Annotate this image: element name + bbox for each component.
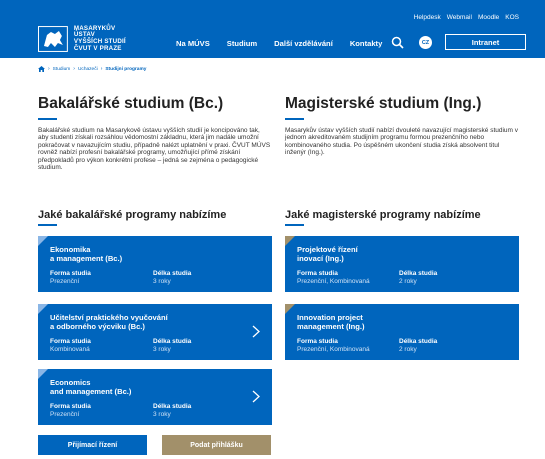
program-title: Innovation project management (Ing.) — [297, 313, 365, 331]
bachelor-section: Bakalářské studium (Bc.) Bakalářské stud… — [38, 95, 272, 171]
length-label: Délka studia — [153, 403, 192, 410]
breadcrumb: › Studium › Uchazeči › Studijní programy — [38, 66, 146, 72]
lion-logo-icon — [38, 26, 68, 52]
length-value: 2 roky — [399, 346, 417, 353]
card-corner — [38, 236, 48, 246]
breadcrumb-uchazeci[interactable]: Uchazeči — [78, 67, 98, 72]
form-value: Kombinovaná — [50, 346, 90, 353]
breadcrumb-separator: › — [100, 66, 103, 72]
card-corner — [285, 236, 295, 246]
program-card-economics[interactable]: Economics and management (Bc.) Forma stu… — [38, 369, 272, 425]
length-label: Délka studia — [153, 338, 192, 345]
link-kos[interactable]: KOS — [505, 14, 519, 21]
form-label: Forma studia — [297, 338, 338, 345]
form-value: Prezenční, Kombinovaná — [297, 278, 370, 285]
intranet-button[interactable]: Intranet — [445, 34, 526, 50]
chevron-right-icon — [252, 390, 260, 403]
card-corner — [285, 304, 295, 314]
form-label: Forma studia — [50, 403, 91, 410]
length-value: 2 roky — [399, 278, 417, 285]
site-header: MASARYKŮV ÚSTAV VYŠŠÍCH STUDIÍ ČVUT V PR… — [0, 0, 545, 58]
program-title: Projektové řízení inovací (Ing.) — [297, 245, 358, 263]
card-corner — [38, 304, 48, 314]
heading-accent — [38, 118, 57, 120]
form-value: Prezenční — [50, 411, 80, 418]
admission-button[interactable]: Přijímací řízení — [38, 435, 147, 455]
master-heading: Magisterské studium (Ing.) — [285, 95, 482, 112]
breadcrumb-separator: › — [73, 66, 75, 72]
master-programs-heading: Jaké magisterské programy nabízíme — [285, 209, 481, 221]
program-title: Učitelství praktického vyučování a odbor… — [50, 313, 168, 331]
heading-accent — [285, 118, 304, 120]
master-intro: Masarykův ústav vyšších studií nabízí dv… — [285, 127, 519, 157]
program-title: Economics and management (Bc.) — [50, 378, 132, 396]
form-value: Prezenční, Kombinovaná — [297, 346, 370, 353]
form-label: Forma studia — [297, 270, 338, 277]
main-nav: Na MÚVS Studium Další vzdělávání Kontakt… — [176, 39, 399, 48]
logo-text: MASARYKŮV ÚSTAV VYŠŠÍCH STUDIÍ ČVUT V PR… — [73, 24, 126, 52]
form-label: Forma studia — [50, 338, 91, 345]
length-label: Délka studia — [399, 338, 438, 345]
link-helpdesk[interactable]: Helpdesk — [414, 14, 441, 21]
program-title: Ekonomika a management (Bc.) — [50, 245, 123, 263]
breadcrumb-studium[interactable]: Studium — [53, 67, 71, 72]
nav-item-na-muvs[interactable]: Na MÚVS — [176, 39, 210, 48]
length-label: Délka studia — [153, 270, 192, 277]
heading-accent — [38, 224, 57, 226]
program-card-innovation-project[interactable]: Innovation project management (Ing.) For… — [285, 304, 519, 360]
bachelor-heading: Bakalářské studium (Bc.) — [38, 95, 224, 112]
length-label: Délka studia — [399, 270, 438, 277]
program-card-projektove-rizeni[interactable]: Projektové řízení inovací (Ing.) Forma s… — [285, 236, 519, 292]
language-switch[interactable]: CZ — [419, 36, 432, 49]
nav-item-kontakty[interactable]: Kontakty — [350, 39, 383, 48]
program-card-ekonomika[interactable]: Ekonomika a management (Bc.) Forma studi… — [38, 236, 272, 292]
search-icon[interactable] — [391, 36, 404, 49]
nav-item-studium[interactable]: Studium — [227, 39, 257, 48]
link-webmail[interactable]: Webmail — [447, 14, 472, 21]
apply-button[interactable]: Podat přihlášku — [162, 435, 271, 455]
form-value: Prezenční — [50, 278, 80, 285]
length-value: 3 roky — [153, 411, 171, 418]
bachelor-intro: Bakalářské studium na Masarykově ústavu … — [38, 127, 271, 172]
link-moodle[interactable]: Moodle — [478, 14, 499, 21]
form-label: Forma studia — [50, 270, 91, 277]
heading-accent — [285, 224, 304, 226]
length-value: 3 roky — [153, 346, 171, 353]
bachelor-programs-heading: Jaké bakalářské programy nabízíme — [38, 209, 227, 221]
length-value: 3 roky — [153, 278, 171, 285]
home-icon[interactable] — [38, 66, 45, 72]
breadcrumb-separator: › — [48, 66, 50, 72]
chevron-right-icon — [252, 325, 260, 338]
breadcrumb-current: Studijní programy — [105, 66, 147, 72]
nav-item-dalsi-vzdelavani[interactable]: Další vzdělávání — [274, 39, 333, 48]
program-card-ucitelstvi[interactable]: Učitelství praktického vyučování a odbor… — [38, 304, 272, 360]
card-corner — [38, 369, 48, 379]
logo[interactable]: MASARYKŮV ÚSTAV VYŠŠÍCH STUDIÍ ČVUT V PR… — [38, 24, 138, 52]
master-section: Magisterské studium (Ing.) Masarykův úst… — [285, 95, 519, 157]
utility-links: Helpdesk Webmail Moodle KOS — [414, 14, 519, 21]
